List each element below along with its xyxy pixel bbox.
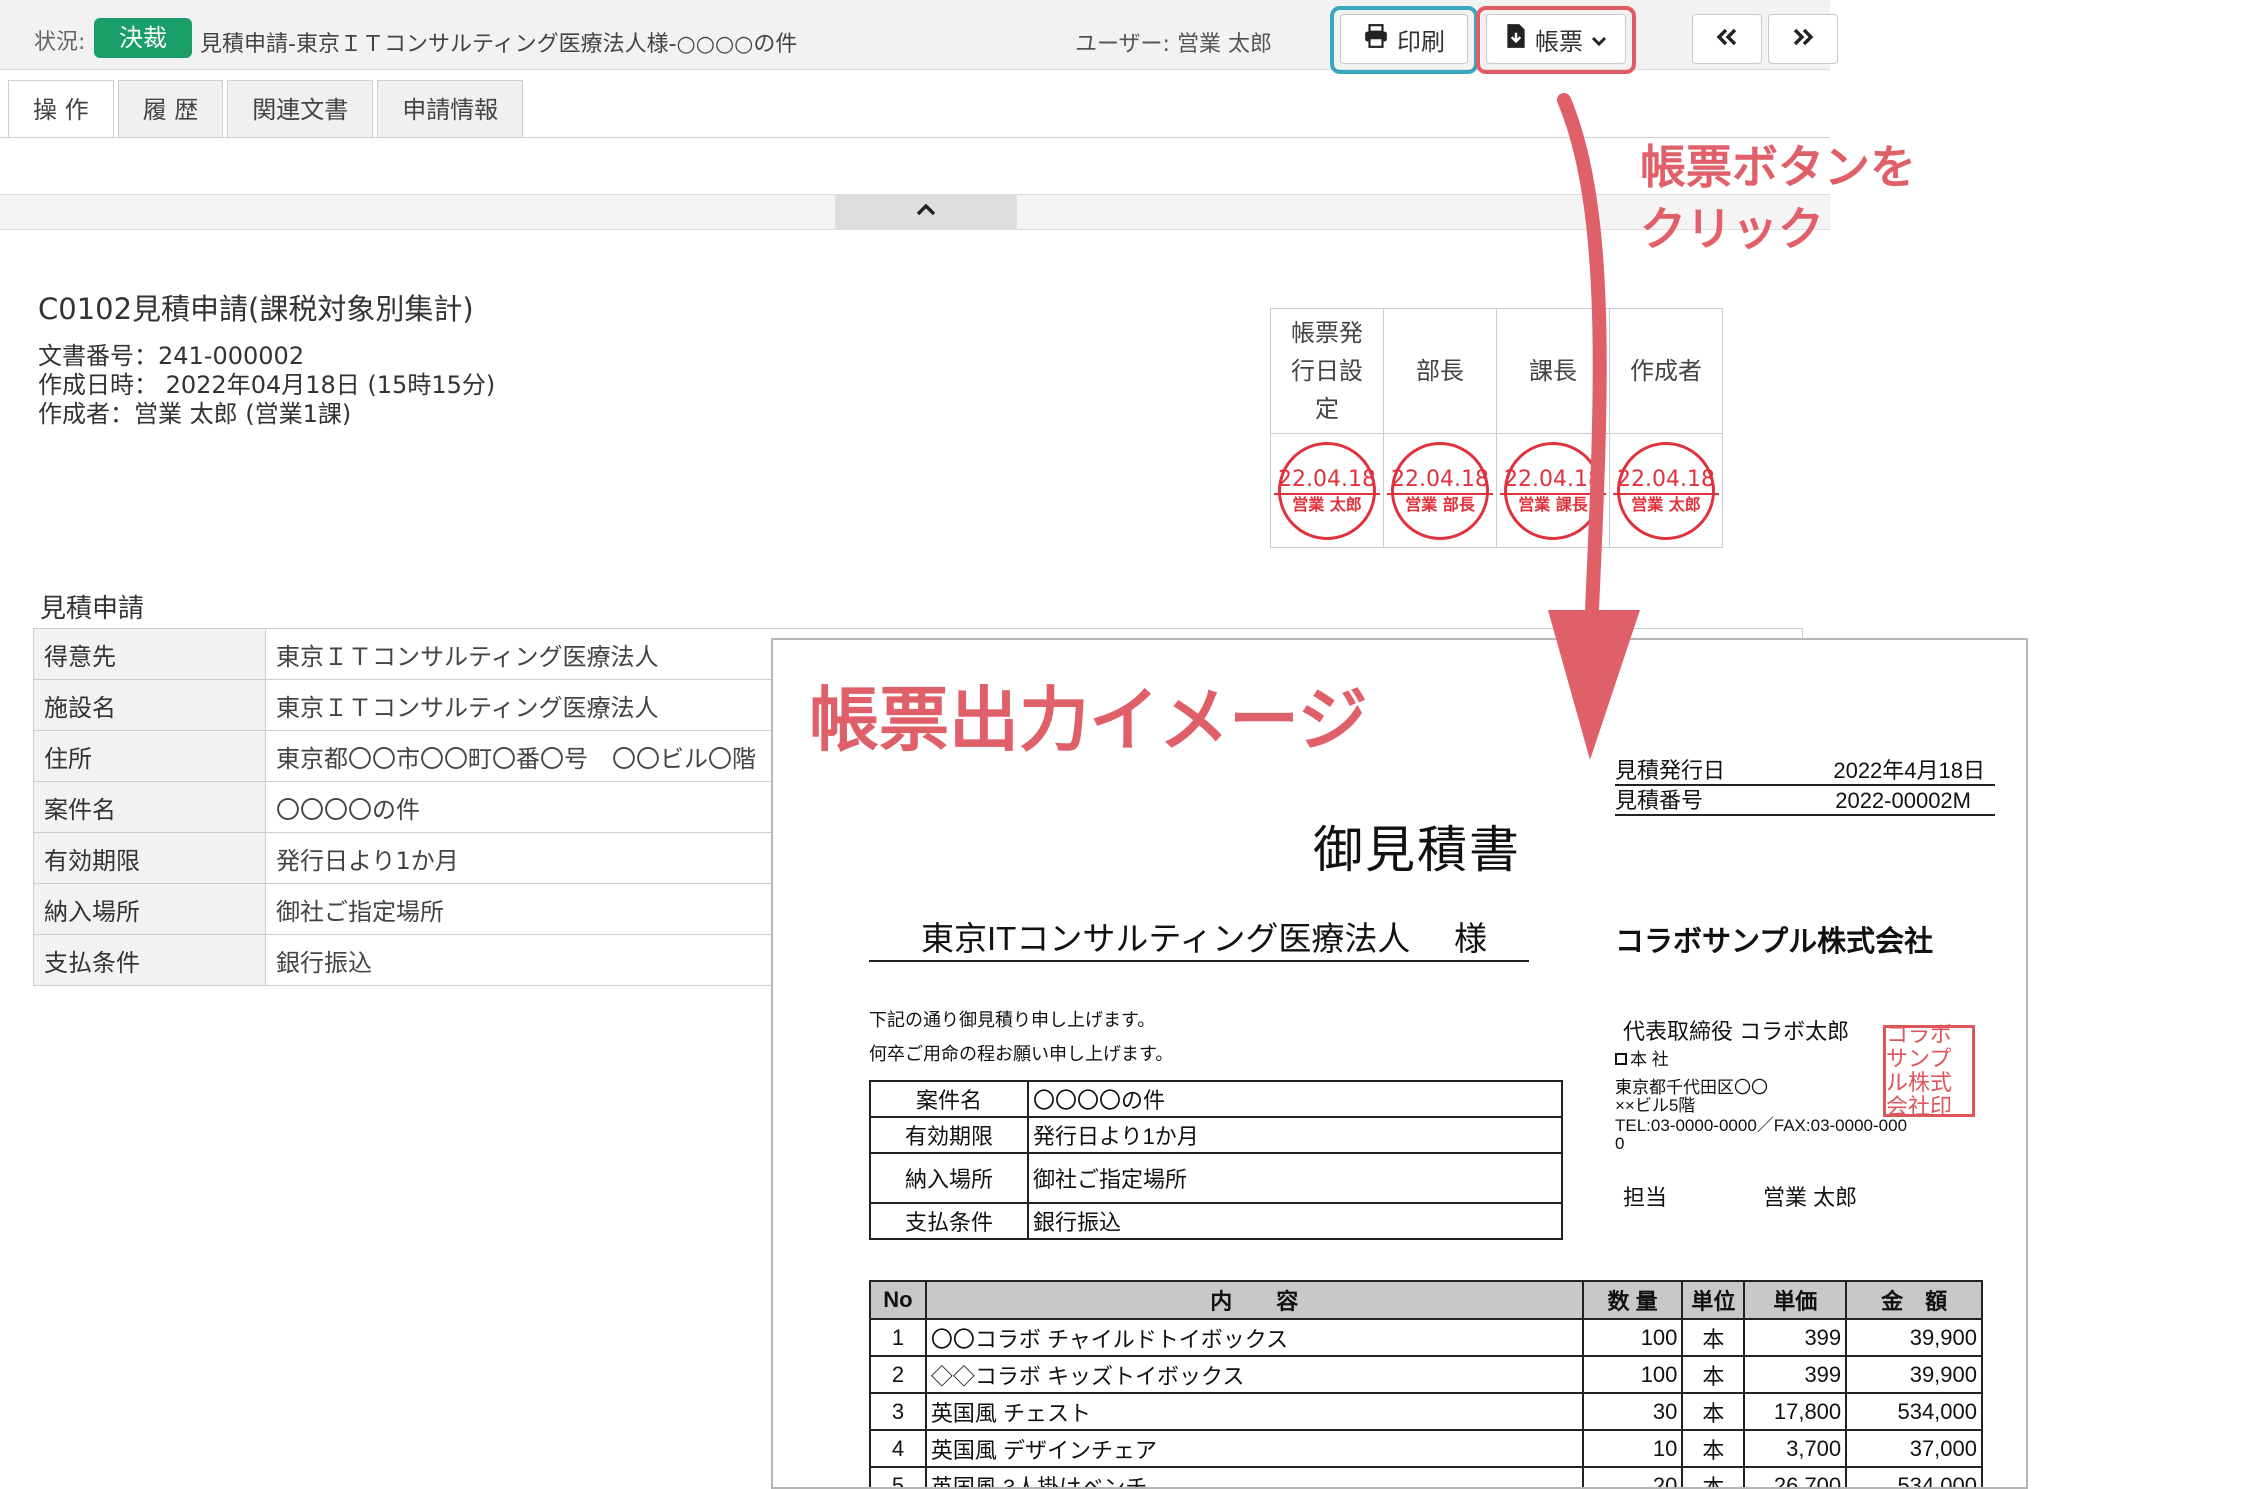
- document-title: 見積申請-東京ＩＴコンサルティング医療法人様-○○○○の件: [200, 32, 798, 57]
- invoice-preview: 帳票出力イメージ 見積発行日 2022年4月18日 見積番号 2022-00002M…: [771, 638, 2028, 1489]
- forms-button-highlight: [1476, 6, 1636, 74]
- status-badge: 決裁: [94, 18, 192, 58]
- contact-label: 担当: [1623, 1185, 1668, 1210]
- creator: 作成者：営業 太郎 (営業1課): [38, 400, 352, 428]
- tel-fax-continued: 0: [1615, 1134, 1625, 1153]
- click-instruction: 帳票ボタンを クリック: [1640, 140, 1916, 256]
- table-row: 4 英国風 デザインチェア 10 本 3,700 37,000: [869, 1429, 1983, 1468]
- double-chevron-right-icon: [1791, 25, 1815, 53]
- tab-bar: 操 作 履 歴 関連文書 申請情報: [8, 80, 524, 138]
- estimate-number-label: 見積番号: [1615, 788, 1704, 813]
- issue-date: 2022年4月18日: [1833, 758, 1985, 783]
- invoice-heading: 御見積書: [1313, 822, 1521, 878]
- intro-line: 何卒ご用命の程お願い申し上げます。: [869, 1044, 1174, 1064]
- next-document-button[interactable]: [1768, 14, 1838, 64]
- table-row: 納入場所 御社ご指定場所: [869, 1152, 1563, 1204]
- approval-cell: 22.04.18 営業 部長: [1383, 433, 1497, 548]
- table-row: 支払条件 銀行振込: [869, 1202, 1563, 1240]
- tel-fax: TEL:03-0000-0000／FAX:03-0000-000: [1615, 1116, 1908, 1135]
- recipient: 東京ITコンサルティング医療法人 様: [869, 912, 1529, 962]
- table-header-row: No 内 容 数 量 単位 単価 金 額: [869, 1280, 1983, 1320]
- recipient-name: 東京ITコンサルティング医療法人: [921, 920, 1411, 957]
- approval-cell: 22.04.18 営業 太郎: [1270, 433, 1384, 548]
- arrow-down-icon: [1548, 93, 1640, 760]
- contact: 担当 営業 太郎: [1623, 1180, 1883, 1212]
- approval-header-manager: 部長: [1383, 308, 1497, 434]
- approval-stamp: 22.04.18 営業 太郎: [1274, 441, 1380, 540]
- representative: 代表取締役 コラボ太郎: [1623, 1019, 1850, 1044]
- approval-stamp-table: 帳票発行日設定 部長 課長 作成者 22.04.18 営業 太郎 22.04.18…: [1270, 308, 1723, 548]
- tab-history[interactable]: 履 歴: [117, 80, 224, 138]
- section-title: 見積申請: [40, 594, 145, 624]
- recipient-honorific: 様: [1454, 920, 1487, 957]
- contact-person: 営業 太郎: [1763, 1185, 1858, 1210]
- approval-header-issue-date: 帳票発行日設定: [1270, 308, 1384, 434]
- user-label: ユーザー: 営業 太郎: [1075, 32, 1272, 57]
- items-table: No 内 容 数 量 単位 単価 金 額 1 〇〇コラボ チャイルドトイボックス 1…: [869, 1280, 1983, 1487]
- invoice-info: 見積発行日 2022年4月18日 見積番号 2022-00002M: [1615, 756, 1995, 816]
- tab-operation[interactable]: 操 作: [8, 80, 114, 138]
- tab-application-info[interactable]: 申請情報: [377, 80, 524, 138]
- table-row: 5 英国風 3人掛けベンチ 20 本 26,700 534,000: [869, 1466, 1983, 1487]
- print-button-highlight: [1330, 6, 1478, 74]
- estimate-number: 2022-00002M: [1835, 788, 1971, 813]
- address-line: ××ビル5階: [1615, 1096, 1696, 1115]
- head-office: 本 社: [1615, 1050, 1669, 1070]
- previous-document-button[interactable]: [1692, 14, 1762, 64]
- form-title: C0102見積申請(課税対象別集計): [38, 292, 474, 326]
- table-row: 有効期限 発行日より1か月: [869, 1116, 1563, 1154]
- table-row: 2 ◇◇コラボ キッズトイボックス 100 本 399 39,900: [869, 1355, 1983, 1394]
- company-name: コラボサンプル株式会社: [1615, 926, 1934, 958]
- table-row: 案件名 〇〇〇〇の件: [869, 1080, 1563, 1118]
- approval-stamp: 22.04.18 営業 部長: [1387, 441, 1493, 540]
- preview-caption: 帳票出力イメージ: [809, 681, 1368, 759]
- tab-related-documents[interactable]: 関連文書: [227, 80, 374, 138]
- square-icon: [1615, 1053, 1627, 1065]
- table-row: 3 英国風 チェスト 30 本 17,800 534,000: [869, 1392, 1983, 1431]
- conditions-table: 案件名 〇〇〇〇の件 有効期限 発行日より1か月 納入場所 御社ご指定場所 支払条件銀…: [869, 1080, 1563, 1240]
- company-seal: コラボサンプル株式会社印: [1883, 1023, 1975, 1119]
- status-label: 状況:: [34, 30, 86, 55]
- table-row: 1 〇〇コラボ チャイルドトイボックス 100 本 399 39,900: [869, 1318, 1983, 1357]
- intro-line: 下記の通り御見積り申し上げます。: [869, 1010, 1156, 1030]
- double-chevron-left-icon: [1715, 25, 1739, 53]
- chevron-up-icon: [914, 199, 938, 224]
- address-line: 東京都千代田区〇〇: [1615, 1078, 1768, 1097]
- collapse-button[interactable]: [835, 194, 1017, 230]
